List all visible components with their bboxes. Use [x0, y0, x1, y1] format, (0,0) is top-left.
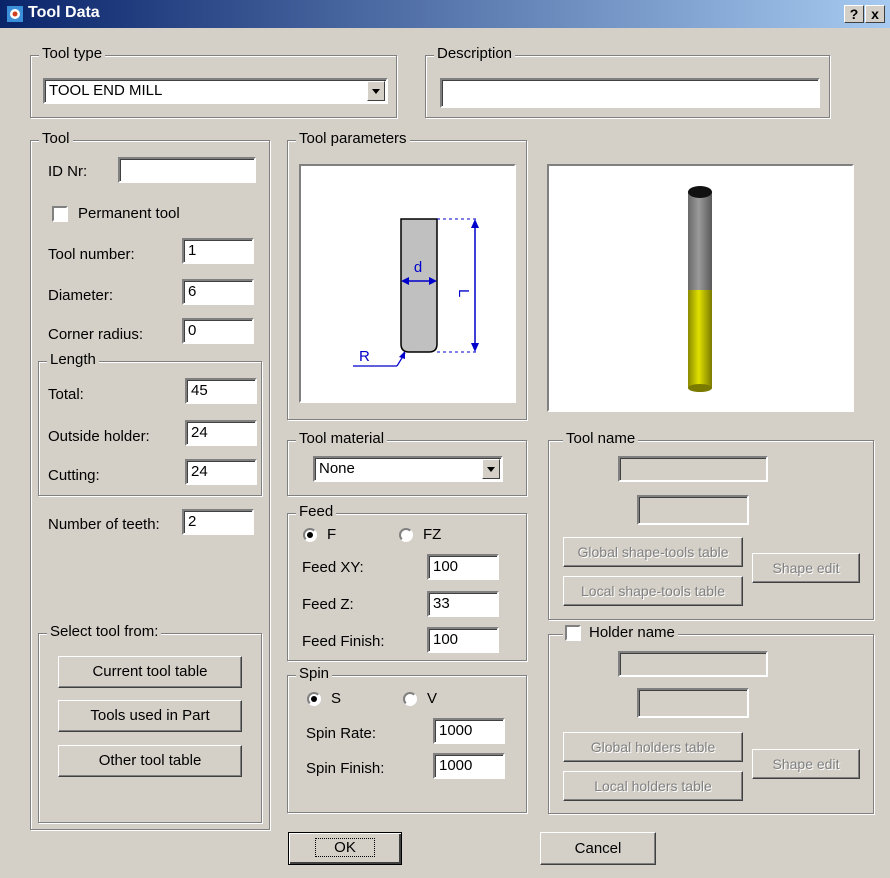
teeth-label: Number of teeth:	[48, 516, 160, 533]
close-button[interactable]: x	[865, 5, 885, 23]
tool-material-value: None	[319, 460, 355, 477]
tool-parameters-diagram: d L R	[299, 164, 516, 403]
feed-xy-label: Feed XY:	[302, 559, 364, 576]
outside-holder-label: Outside holder:	[48, 428, 150, 445]
end-mill-3d-render	[688, 186, 712, 392]
tool-type-value: TOOL END MILL	[49, 82, 163, 99]
spin-s-radio[interactable]	[307, 692, 321, 706]
tool-type-select[interactable]: TOOL END MILL	[43, 78, 388, 104]
feed-z-label: Feed Z:	[302, 596, 354, 613]
chevron-down-icon[interactable]	[367, 81, 385, 101]
spin-legend: Spin	[296, 665, 333, 682]
feed-f-radio[interactable]	[303, 528, 317, 542]
tool-type-legend: Tool type	[39, 45, 106, 62]
teeth-input[interactable]: 2	[182, 509, 254, 535]
cutting-length-input[interactable]: 24	[185, 459, 257, 485]
ok-button[interactable]: OK	[288, 832, 402, 865]
tool-parameters-legend: Tool parameters	[296, 130, 410, 147]
diameter-d-label: d	[414, 259, 422, 276]
app-icon	[7, 6, 23, 22]
spin-s-label: S	[331, 690, 342, 707]
spin-rate-label: Spin Rate:	[306, 725, 377, 742]
permanent-tool-checkbox[interactable]	[52, 206, 68, 222]
chevron-down-icon[interactable]	[482, 459, 500, 479]
tool-number-label: Tool number:	[48, 246, 135, 263]
permanent-tool-label: Permanent tool	[78, 205, 180, 222]
description-legend: Description	[434, 45, 516, 62]
length-l-label: L	[455, 289, 472, 297]
id-label: ID Nr:	[48, 163, 88, 180]
holder-name-preview	[637, 688, 749, 718]
description-input[interactable]	[440, 78, 820, 108]
holder-name-checkbox[interactable]	[565, 625, 581, 641]
length-legend: Length	[47, 351, 99, 368]
feed-f-label: F	[327, 526, 337, 543]
feed-xy-input[interactable]: 100	[427, 554, 499, 580]
radius-r-label: R	[359, 348, 370, 365]
outside-holder-input[interactable]: 24	[185, 420, 257, 446]
spin-finish-input[interactable]: 1000	[433, 753, 505, 779]
spin-v-label: V	[427, 690, 438, 707]
diameter-label: Diameter:	[48, 287, 114, 304]
spin-v-radio[interactable]	[403, 692, 417, 706]
feed-fz-radio[interactable]	[399, 528, 413, 542]
other-tool-table-button[interactable]: Other tool table	[58, 745, 242, 777]
select-tool-legend: Select tool from:	[47, 623, 162, 640]
title-bar: Tool Data ? x	[0, 0, 890, 28]
feed-fz-label: FZ	[423, 526, 442, 543]
global-shape-tools-button[interactable]: Global shape-tools table	[563, 537, 743, 567]
tool-number-input[interactable]: 1	[182, 238, 254, 264]
feed-finish-input[interactable]: 100	[427, 627, 499, 653]
end-mill-dimension-diagram: d L R	[309, 174, 506, 393]
tool-3d-preview	[547, 164, 854, 412]
holder-name-input	[618, 651, 768, 677]
tool-material-legend: Tool material	[296, 430, 388, 447]
id-input[interactable]	[118, 157, 256, 183]
local-shape-tools-button[interactable]: Local shape-tools table	[563, 576, 743, 606]
corner-radius-input[interactable]: 0	[182, 318, 254, 344]
global-holders-button[interactable]: Global holders table	[563, 732, 743, 762]
tool-name-legend: Tool name	[563, 430, 639, 447]
window-title: Tool Data	[28, 4, 100, 21]
holder-shape-edit-button[interactable]: Shape edit	[752, 749, 860, 779]
feed-legend: Feed	[296, 503, 337, 520]
diameter-input[interactable]: 6	[182, 279, 254, 305]
total-length-input[interactable]: 45	[185, 378, 257, 404]
feed-finish-label: Feed Finish:	[302, 633, 385, 650]
feed-z-input[interactable]: 33	[427, 591, 499, 617]
cutting-length-label: Cutting:	[48, 467, 100, 484]
tool-legend: Tool	[39, 130, 73, 147]
tool-data-dialog: Tool Data ? x Tool type TOOL END MILL De…	[0, 0, 890, 878]
help-button[interactable]: ?	[844, 5, 864, 23]
total-length-label: Total:	[48, 386, 84, 403]
tool-name-preview	[637, 495, 749, 525]
spin-rate-input[interactable]: 1000	[433, 718, 505, 744]
tools-used-in-part-button[interactable]: Tools used in Part	[58, 700, 242, 732]
corner-radius-label: Corner radius:	[48, 326, 144, 343]
spin-finish-label: Spin Finish:	[306, 760, 385, 777]
current-tool-table-button[interactable]: Current tool table	[58, 656, 242, 688]
tool-shape-edit-button[interactable]: Shape edit	[752, 553, 860, 583]
cancel-button[interactable]: Cancel	[540, 832, 656, 865]
local-holders-button[interactable]: Local holders table	[563, 771, 743, 801]
ok-label: OK	[315, 838, 375, 857]
tool-material-select[interactable]: None	[313, 456, 503, 482]
tool-name-input	[618, 456, 768, 482]
